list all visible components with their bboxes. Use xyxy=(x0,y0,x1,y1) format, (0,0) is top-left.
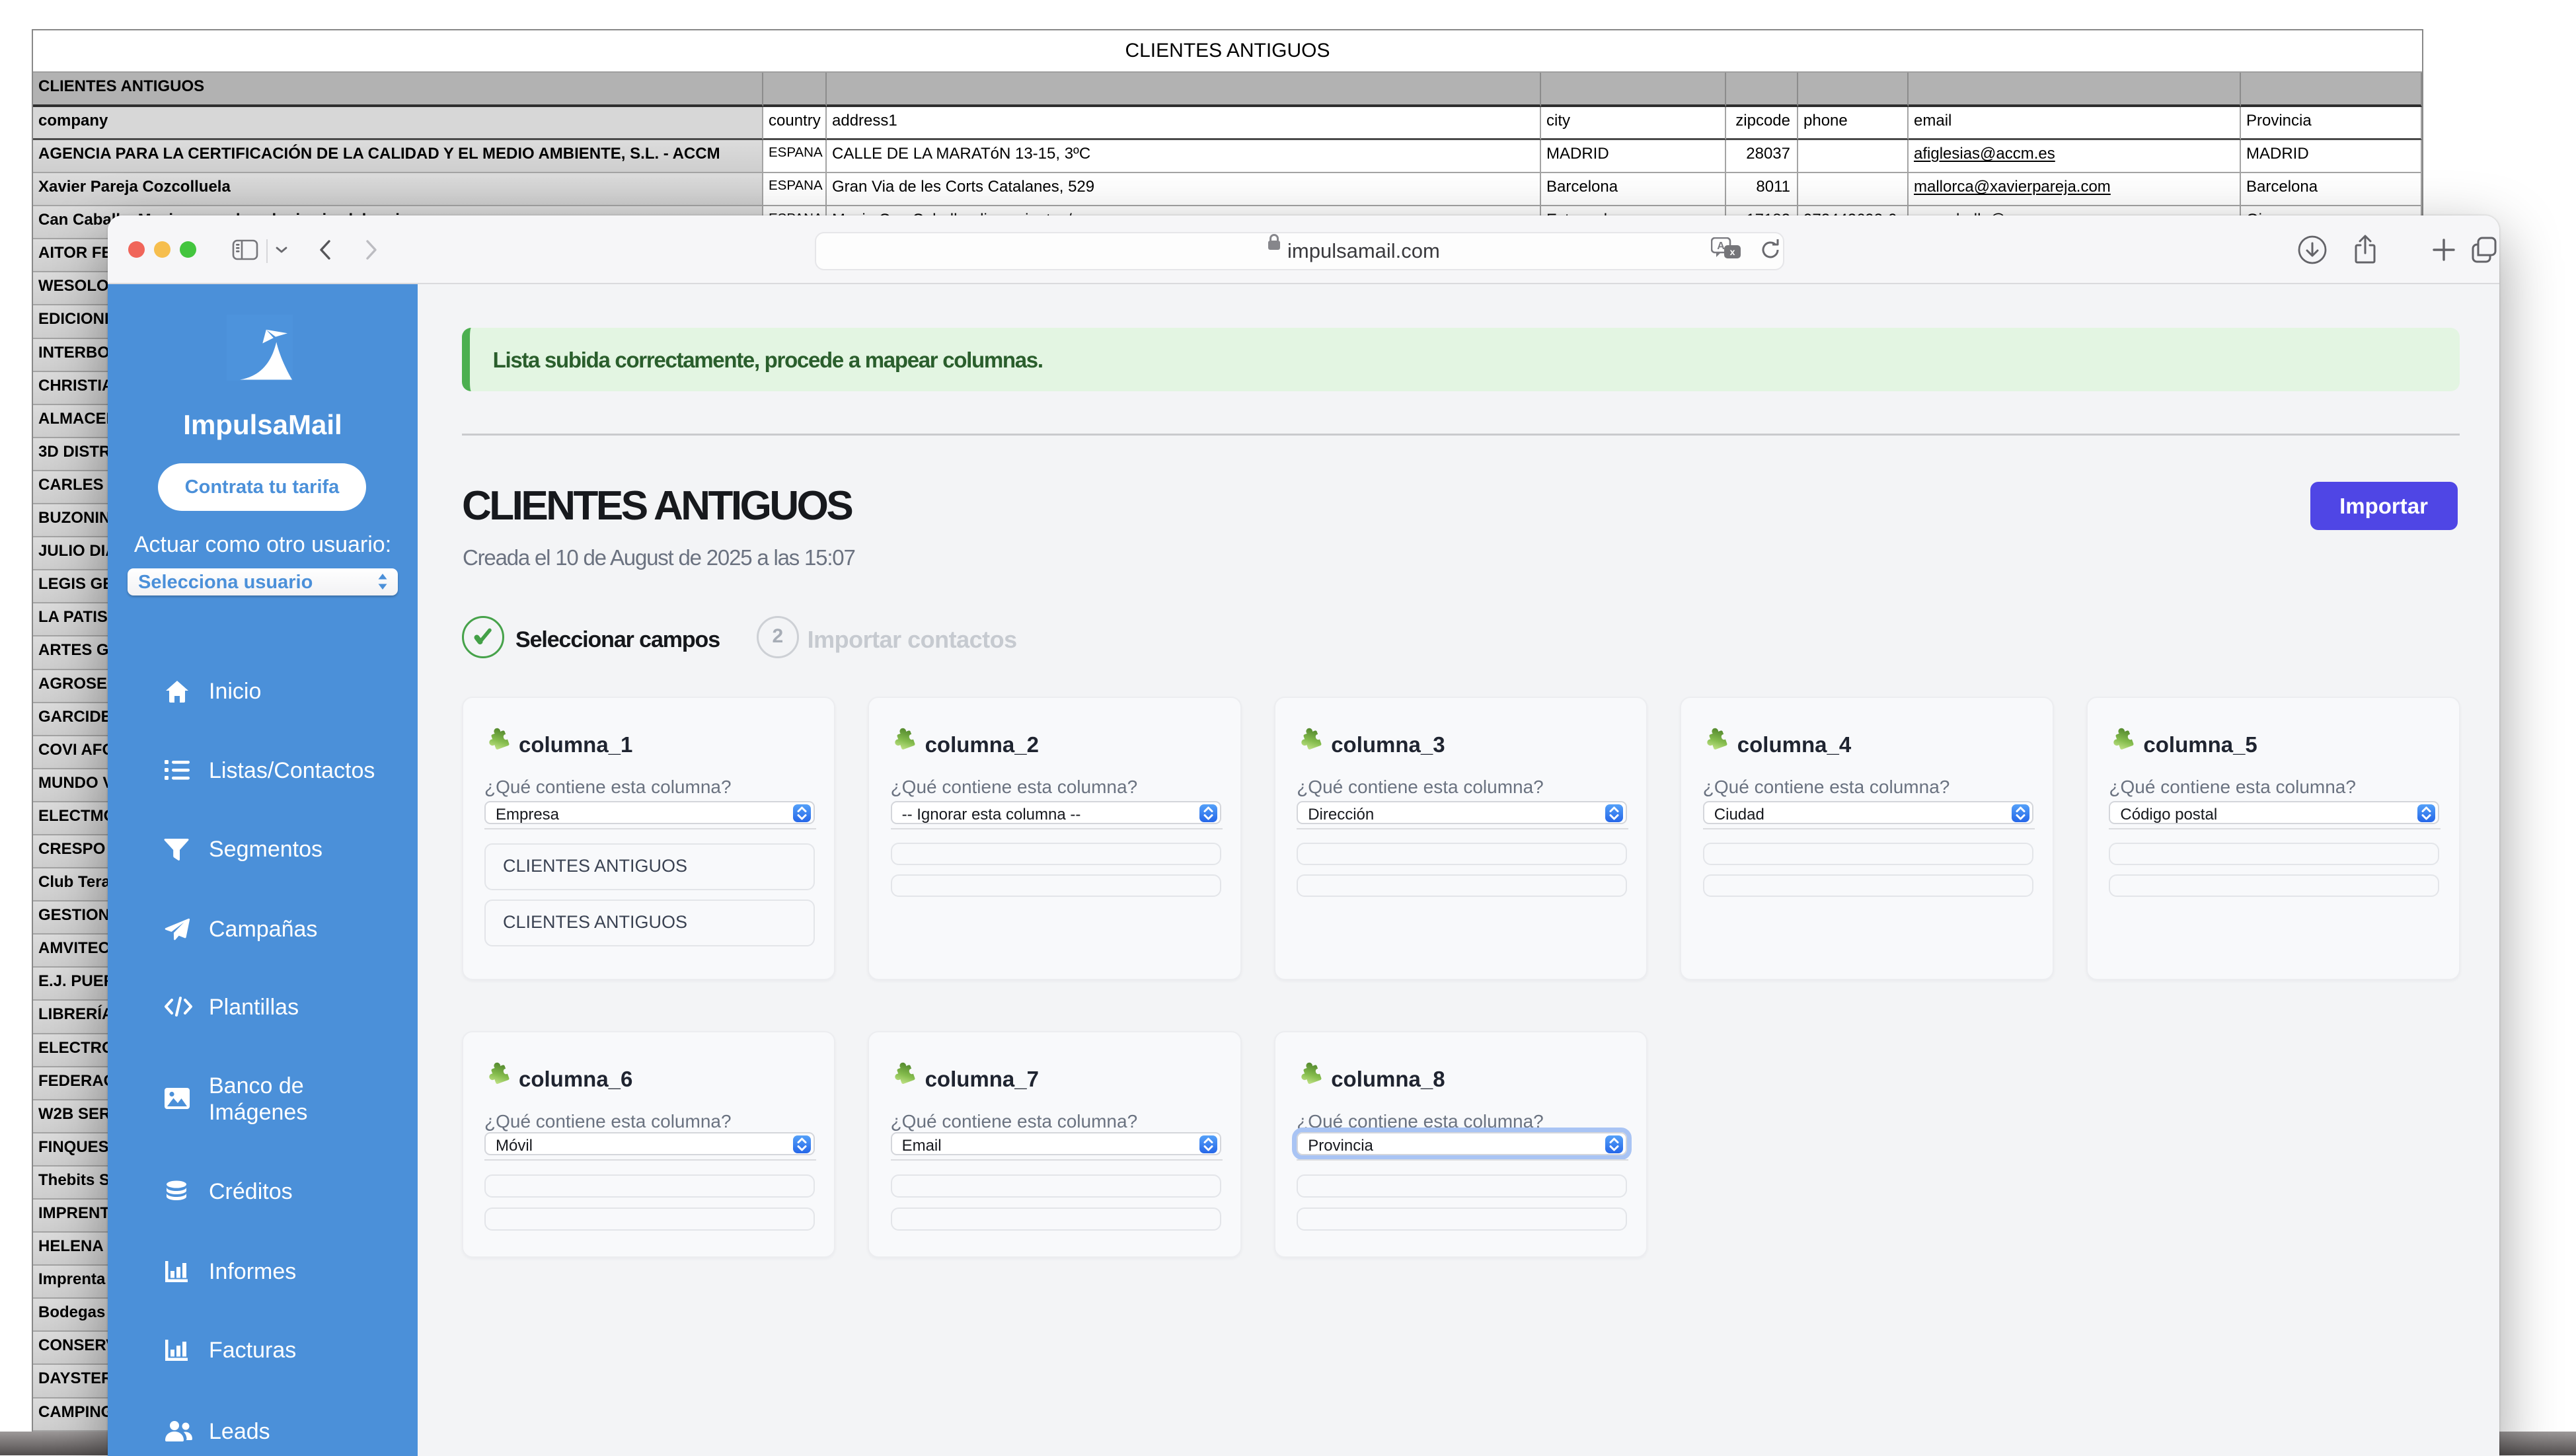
svg-text:A: A xyxy=(1717,241,1725,252)
svg-text:x: x xyxy=(1730,247,1735,257)
